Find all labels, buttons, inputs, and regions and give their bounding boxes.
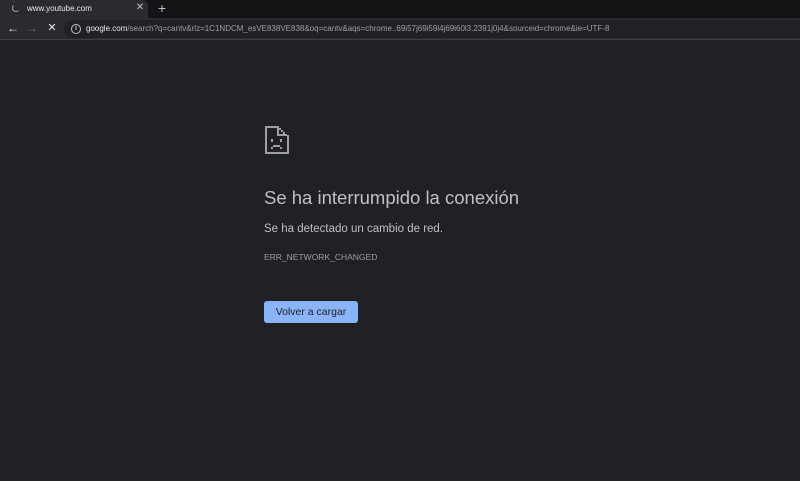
toolbar: ← → ✕ i google.com/search?q=cantv&rlz=1C… bbox=[0, 18, 800, 40]
back-button[interactable]: ← bbox=[4, 19, 22, 37]
stop-loading-button[interactable]: ✕ bbox=[43, 19, 61, 37]
tab-youtube[interactable]: www.youtube.com ✕ bbox=[0, 0, 148, 18]
url-host: google.com bbox=[86, 24, 128, 33]
browser-window: www.youtube.com ✕ + ← → ✕ i google.com/s… bbox=[0, 0, 800, 481]
reload-button[interactable]: Volver a cargar bbox=[264, 301, 358, 323]
tab-title: www.youtube.com bbox=[27, 4, 92, 13]
sad-document-icon bbox=[265, 126, 289, 154]
error-description: Se ha detectado un cambio de red. bbox=[264, 223, 444, 235]
loading-spinner-icon bbox=[12, 4, 20, 12]
address-bar[interactable]: i google.com/search?q=cantv&rlz=1C1NDCM_… bbox=[64, 20, 800, 38]
site-info-icon[interactable]: i bbox=[71, 24, 81, 34]
close-tab-icon[interactable]: ✕ bbox=[134, 1, 146, 15]
url-text[interactable]: google.com/search?q=cantv&rlz=1C1NDCM_es… bbox=[86, 23, 609, 35]
url-path: /search?q=cantv&rlz=1C1NDCM_esVE838VE838… bbox=[127, 24, 610, 33]
error-code: ERR_NETWORK_CHANGED bbox=[264, 252, 378, 262]
forward-button[interactable]: → bbox=[23, 19, 41, 37]
error-title: Se ha interrumpido la conexión bbox=[264, 187, 520, 208]
new-tab-button[interactable]: + bbox=[155, 0, 169, 16]
tab-strip: www.youtube.com ✕ + bbox=[0, 0, 800, 18]
